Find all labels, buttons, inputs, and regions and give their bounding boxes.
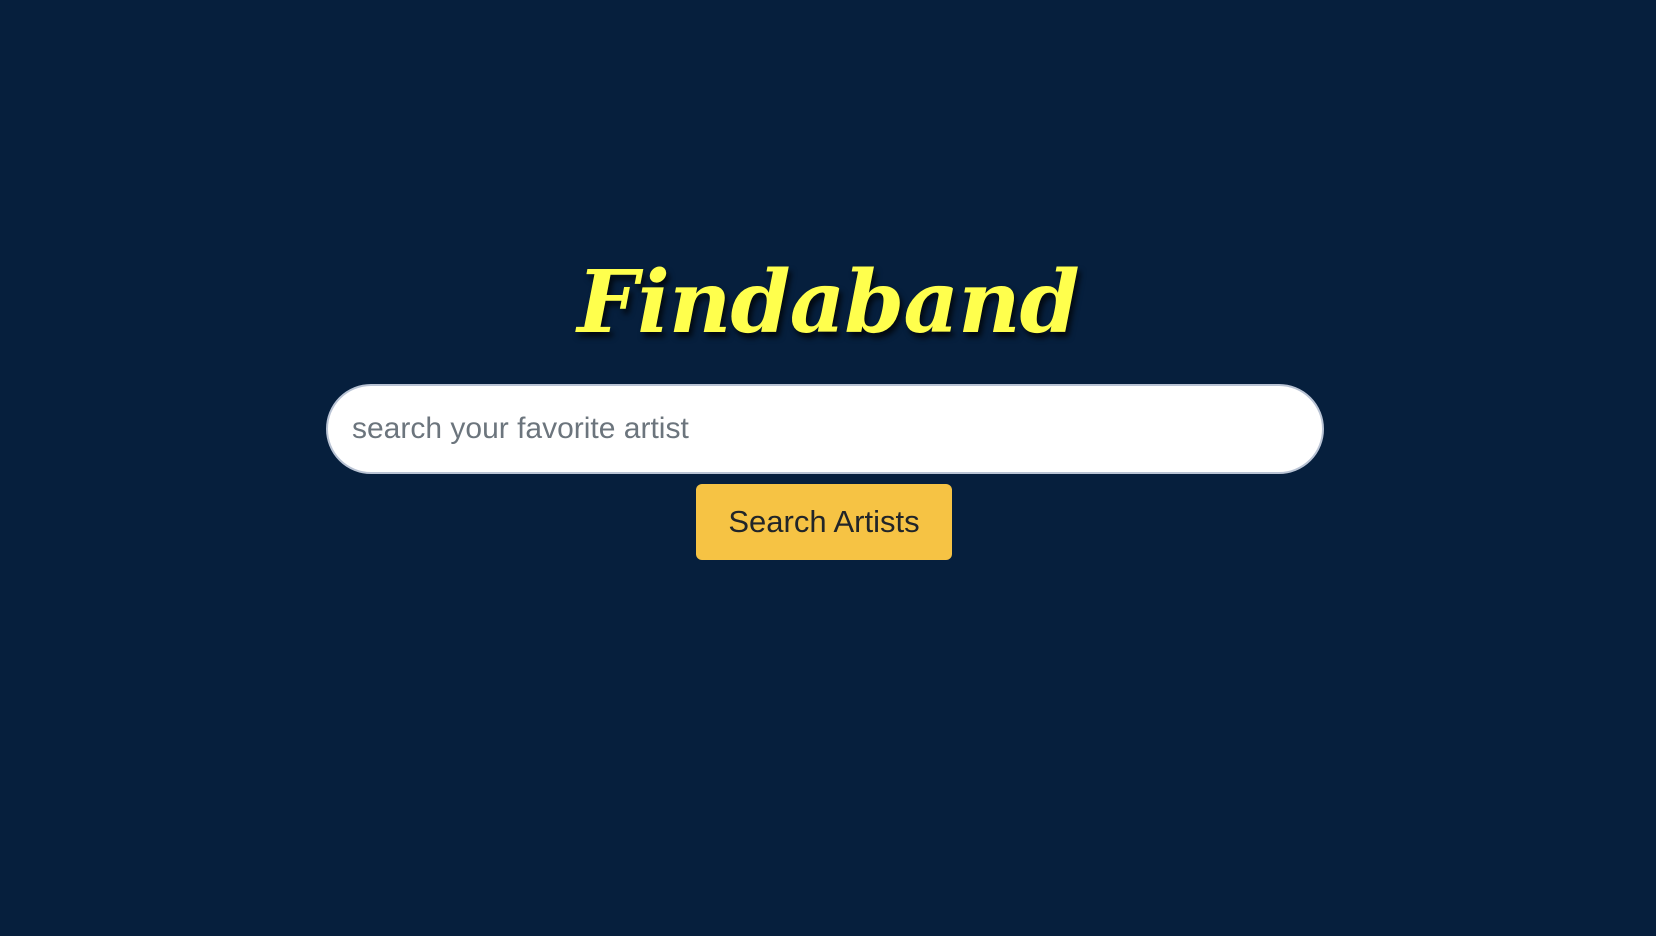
app-logo: Findaband <box>577 252 1080 353</box>
search-artists-button[interactable]: Search Artists <box>696 484 952 560</box>
search-hero: Findaband Search Artists <box>0 0 1656 936</box>
artist-search-input[interactable] <box>326 384 1324 474</box>
